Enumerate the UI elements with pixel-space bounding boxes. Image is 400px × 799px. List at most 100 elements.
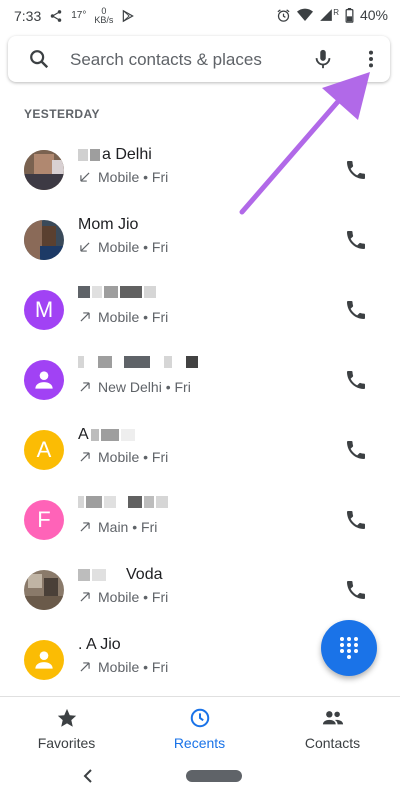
call-row[interactable]: A A Mobile • Fri: [0, 420, 400, 488]
redacted-block: [104, 496, 116, 508]
avatar: A: [24, 430, 64, 470]
call-detail: Mobile • Fri: [78, 589, 168, 605]
tab-label: Favorites: [37, 735, 96, 751]
avatar: [24, 360, 64, 400]
alarm-icon: [277, 8, 290, 22]
contact-name: [78, 496, 170, 508]
tab-favorites[interactable]: Favorites: [0, 697, 133, 757]
tab-label: Contacts: [304, 735, 361, 751]
avatar: M: [24, 290, 64, 330]
tab-contacts[interactable]: Contacts: [266, 697, 399, 757]
share-icon: [51, 10, 62, 22]
system-navigation-bar: [0, 756, 400, 799]
redacted-block: [120, 429, 135, 441]
phone-icon[interactable]: [344, 578, 368, 602]
bottom-navigation: Favorites Recents Contacts: [0, 696, 400, 757]
contact-name: A: [78, 426, 135, 444]
contact-name: [78, 286, 158, 298]
status-bar: 7:33 17° 0 KB/s R 40%: [0, 0, 400, 30]
tab-recents[interactable]: Recents: [133, 697, 266, 757]
mic-icon[interactable]: [312, 48, 334, 70]
person-icon: [35, 371, 53, 389]
back-icon[interactable]: [82, 769, 94, 783]
phone-icon[interactable]: [344, 298, 368, 322]
redacted-block: [86, 356, 96, 368]
redacted-block: [98, 356, 112, 368]
home-pill[interactable]: [186, 770, 242, 782]
contact-name: [78, 356, 200, 368]
redacted-block: [100, 429, 119, 441]
contact-photo: [24, 150, 64, 190]
call-detail: Main • Fri: [78, 519, 157, 535]
call-row[interactable]: Voda Mobile • Fri: [0, 560, 400, 628]
contact-name: a Delhi: [78, 146, 152, 164]
redacted-block: [108, 569, 124, 581]
outgoing-call-icon: [80, 312, 90, 322]
call-row[interactable]: M Mobile • Fri: [0, 280, 400, 348]
battery-icon: [345, 7, 354, 23]
redacted-block: [120, 286, 142, 298]
contact-name: . A Jio: [78, 636, 121, 653]
redacted-block: [78, 286, 90, 298]
redacted-block: [92, 569, 106, 581]
section-label-yesterday: YESTERDAY: [24, 107, 100, 121]
battery-percent: 40%: [359, 7, 388, 23]
outgoing-call-icon: [80, 382, 90, 392]
redacted-block: [164, 356, 172, 368]
incoming-call-icon: [80, 242, 90, 252]
call-row[interactable]: a Delhi Mobile • Fri: [0, 140, 400, 208]
person-icon: [35, 651, 53, 669]
outgoing-call-icon: [80, 592, 90, 602]
redacted-block: [152, 356, 162, 368]
redacted-block: [104, 286, 118, 298]
call-row[interactable]: Mom Jio Mobile • Fri: [0, 210, 400, 278]
status-network-speed: 0 KB/s: [94, 6, 114, 25]
redacted-block: [156, 496, 168, 508]
star-icon: [57, 708, 76, 727]
outgoing-call-icon: [80, 452, 90, 462]
call-detail: New Delhi • Fri: [78, 379, 191, 395]
call-row[interactable]: F Main • Fri: [0, 490, 400, 558]
search-icon[interactable]: [28, 48, 50, 70]
avatar-letter: M: [34, 297, 54, 322]
contact-photo: [24, 570, 64, 610]
redacted-block: [186, 356, 198, 368]
outgoing-call-icon: [80, 522, 90, 532]
avatar-letter: F: [37, 507, 51, 532]
search-bar[interactable]: Search contacts & places: [8, 36, 390, 82]
avatar: [24, 570, 64, 610]
play-store-icon: [123, 9, 135, 23]
dialpad-button[interactable]: [321, 620, 377, 676]
redacted-block: [78, 569, 90, 581]
tab-label: Recents: [173, 735, 226, 751]
phone-icon[interactable]: [344, 158, 368, 182]
search-placeholder[interactable]: Search contacts & places: [70, 50, 262, 70]
more-vert-icon[interactable]: [360, 48, 382, 70]
redacted-block: [78, 356, 84, 368]
call-row[interactable]: New Delhi • Fri: [0, 350, 400, 418]
people-icon: [322, 711, 343, 725]
phone-icon[interactable]: [344, 368, 368, 392]
status-time: 7:33: [14, 8, 42, 24]
incoming-call-icon: [80, 172, 90, 182]
phone-icon[interactable]: [344, 438, 368, 462]
contact-name: Voda: [78, 566, 162, 584]
redacted-block: [92, 286, 102, 298]
outgoing-call-icon: [80, 662, 90, 672]
call-detail: Mobile • Fri: [78, 239, 168, 255]
avatar: F: [24, 500, 64, 540]
call-detail: Mobile • Fri: [78, 169, 168, 185]
phone-icon[interactable]: [344, 508, 368, 532]
clock-icon: [190, 708, 209, 728]
call-detail: Mobile • Fri: [78, 449, 168, 465]
redacted-block: [78, 496, 84, 508]
call-detail: Mobile • Fri: [78, 309, 168, 325]
status-temp: 17°: [71, 10, 87, 21]
redacted-block: [90, 429, 99, 441]
cell-signal-icon: [320, 9, 333, 21]
redacted-block: [90, 149, 100, 161]
redacted-block: [144, 286, 156, 298]
contact-name: Mom Jio: [78, 216, 139, 233]
redacted-block: [144, 496, 154, 508]
phone-icon[interactable]: [344, 228, 368, 252]
